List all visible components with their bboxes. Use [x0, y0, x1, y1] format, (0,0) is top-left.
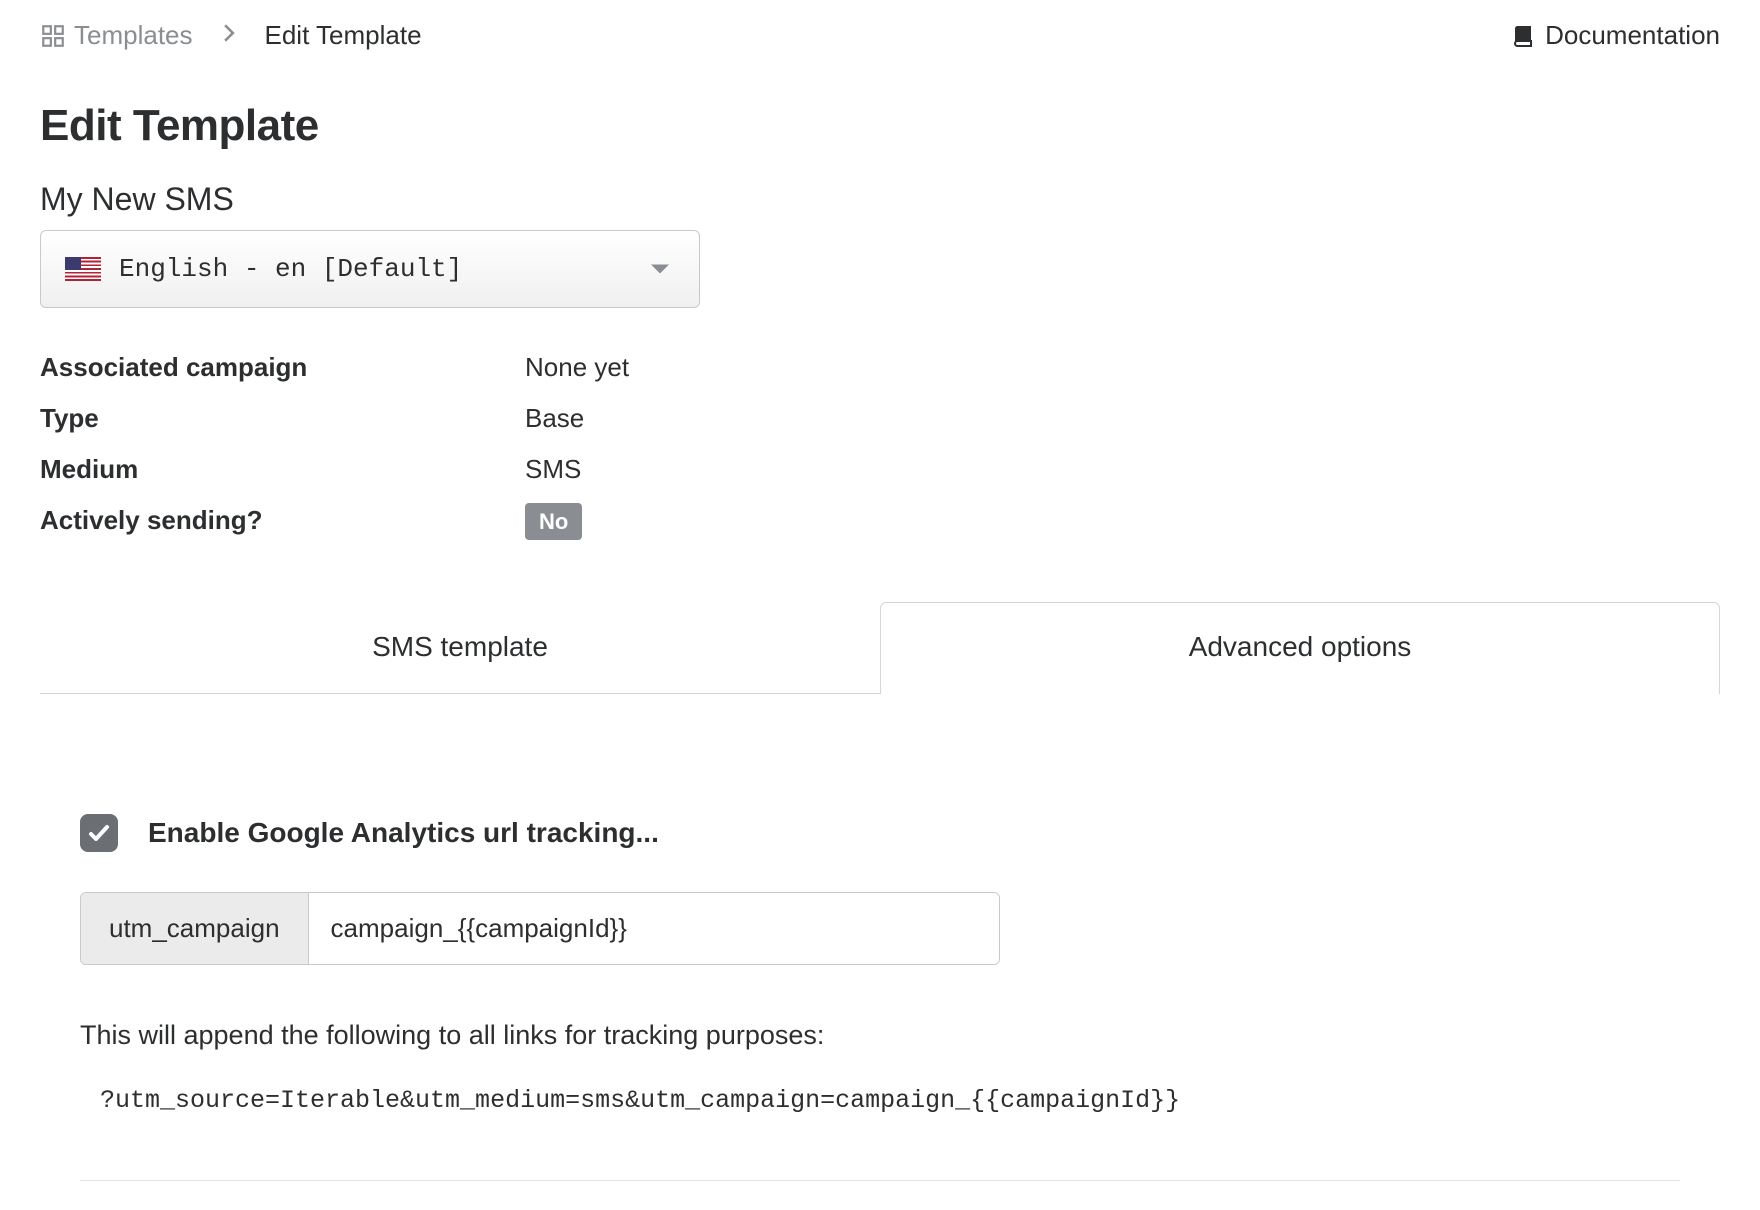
meta-label-medium: Medium [40, 448, 525, 491]
locale-select[interactable]: English - en [Default] [40, 230, 700, 308]
top-bar: Templates Edit Template Documentation [40, 20, 1720, 51]
meta-label-type: Type [40, 397, 525, 440]
tracking-url-preview: ?utm_source=Iterable&utm_medium=sms&utm_… [80, 1086, 1680, 1115]
ga-tracking-row: Enable Google Analytics url tracking... [80, 814, 1680, 852]
section-divider [80, 1180, 1680, 1181]
meta-row-campaign: Associated campaign None yet [40, 346, 1720, 389]
meta-row-sending: Actively sending? No [40, 499, 1720, 542]
meta-table: Associated campaign None yet Type Base M… [40, 346, 1720, 542]
locale-selected-label: English - en [Default] [119, 254, 462, 284]
page-title: Edit Template [40, 101, 1720, 151]
status-badge: No [525, 503, 582, 540]
meta-label-campaign: Associated campaign [40, 346, 525, 389]
tab-advanced-options[interactable]: Advanced options [880, 602, 1720, 693]
tab-sms-template[interactable]: SMS template [40, 602, 880, 693]
meta-value-campaign: None yet [525, 346, 629, 389]
breadcrumb-templates-link[interactable]: Templates [40, 20, 193, 51]
chevron-down-icon [651, 265, 669, 274]
meta-value-type: Base [525, 397, 584, 440]
ga-tracking-checkbox[interactable] [80, 814, 118, 852]
meta-label-sending: Actively sending? [40, 499, 525, 542]
us-flag-icon [65, 257, 101, 281]
utm-campaign-input[interactable] [309, 893, 999, 964]
helper-text: This will append the following to all li… [80, 1020, 1680, 1051]
utm-addon-label: utm_campaign [81, 893, 309, 964]
advanced-section: Enable Google Analytics url tracking... … [40, 814, 1720, 1181]
breadcrumb-current-label: Edit Template [265, 20, 422, 51]
check-icon [87, 821, 111, 845]
documentation-link[interactable]: Documentation [1511, 20, 1720, 51]
documentation-label: Documentation [1545, 20, 1720, 51]
meta-row-medium: Medium SMS [40, 448, 1720, 491]
tabs: SMS template Advanced options [40, 602, 1720, 694]
utm-input-group: utm_campaign [80, 892, 1000, 965]
meta-value-medium: SMS [525, 448, 581, 491]
meta-value-sending: No [525, 499, 582, 542]
chevron-right-icon [223, 24, 235, 48]
book-icon [1511, 24, 1535, 48]
meta-row-type: Type Base [40, 397, 1720, 440]
templates-icon [40, 23, 66, 49]
breadcrumb-root-label: Templates [74, 20, 193, 51]
breadcrumb: Templates Edit Template [40, 20, 422, 51]
ga-tracking-label: Enable Google Analytics url tracking... [148, 817, 659, 849]
template-name: My New SMS [40, 181, 1720, 218]
